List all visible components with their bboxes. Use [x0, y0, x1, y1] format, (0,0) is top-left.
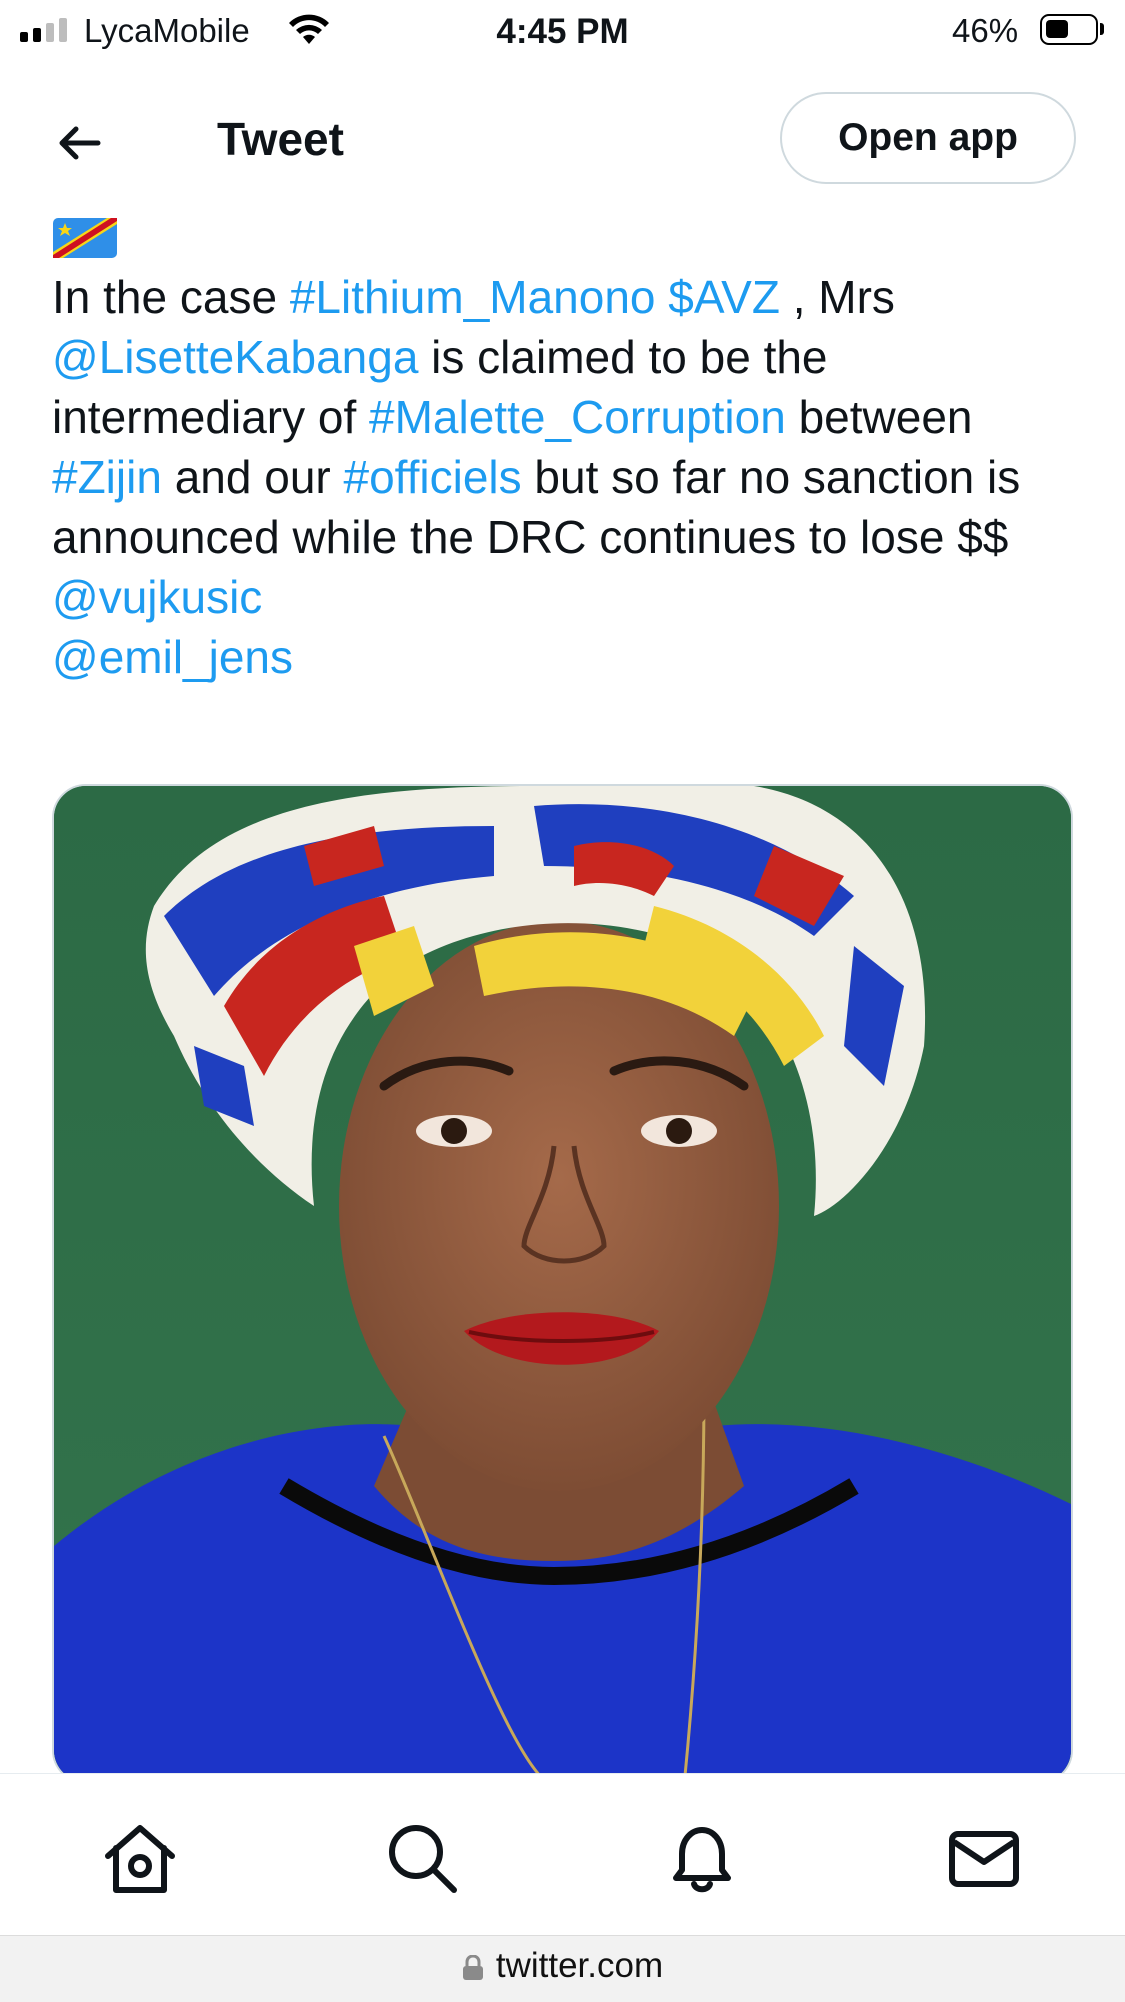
- lock-icon: [462, 1954, 483, 1980]
- tweet-text: In the case #Lithium_Manono $AVZ , Mrs @L…: [52, 267, 1082, 687]
- hashtag-link[interactable]: #Lithium_Manono: [290, 271, 656, 323]
- arrow-left-icon[interactable]: [50, 113, 110, 173]
- cashtag-link[interactable]: $AVZ: [668, 271, 780, 323]
- mention-link[interactable]: @LisetteKabanga: [52, 331, 418, 383]
- mention-link[interactable]: @vujkusic: [52, 571, 262, 623]
- mention-link[interactable]: @emil_jens: [52, 631, 293, 683]
- battery-icon: [1040, 14, 1098, 45]
- bottom-tab-bar: [0, 1773, 1125, 1936]
- top-navigation-bar: Tweet Open app: [0, 62, 1125, 218]
- home-icon[interactable]: [100, 1818, 180, 1898]
- hashtag-link[interactable]: #officiels: [344, 451, 522, 503]
- drc-flag-icon: [53, 218, 117, 258]
- mail-icon[interactable]: [944, 1818, 1024, 1898]
- hashtag-link[interactable]: #Zijin: [52, 451, 162, 503]
- battery-fill: [1046, 20, 1068, 38]
- portrait-photo: [54, 786, 1071, 1782]
- tweet-text-segment: In the case: [52, 271, 290, 323]
- page-title: Tweet: [217, 113, 344, 165]
- bell-icon[interactable]: [662, 1818, 742, 1898]
- battery-percentage: 46%: [952, 12, 1019, 49]
- open-app-button[interactable]: Open app: [780, 92, 1076, 184]
- status-bar: LycaMobile 4:45 PM 46%: [0, 0, 1125, 62]
- tweet-image[interactable]: [52, 784, 1073, 1784]
- url-text: twitter.com: [495, 1946, 664, 1985]
- tweet-text-segment: and our: [161, 451, 344, 503]
- tweet-text-segment: , Mrs: [779, 271, 895, 323]
- tweet-text-segment: [656, 271, 669, 323]
- browser-url-bar[interactable]: twitter.com: [0, 1935, 1125, 2002]
- hashtag-link[interactable]: #Malette_Corruption: [369, 391, 786, 443]
- tweet-text-segment: between: [785, 391, 973, 443]
- battery-tip: [1100, 23, 1104, 35]
- search-icon[interactable]: [382, 1818, 462, 1898]
